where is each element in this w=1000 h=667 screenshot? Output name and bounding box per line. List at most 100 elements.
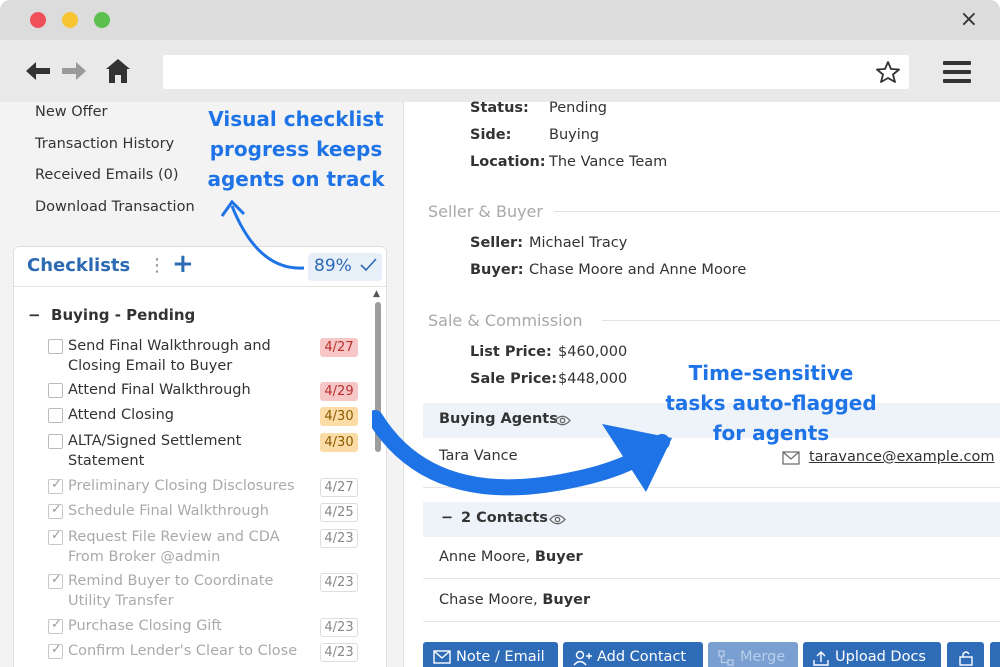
sale-commission-section-title: Sale & Commission: [428, 311, 583, 330]
callout-line: agents on track: [207, 167, 385, 191]
task-label: Preliminary Closing Disclosures: [68, 478, 295, 494]
task-checkbox-checked[interactable]: [48, 617, 63, 634]
callout-line: progress keeps: [209, 137, 383, 161]
task-label: Request File Review and CDA From Broker …: [68, 529, 280, 565]
contact-row[interactable]: Anne Moore, Buyer: [439, 549, 583, 565]
task-due-date-badge: 4/23: [320, 618, 358, 637]
seller-value: Michael Tracy: [529, 235, 628, 251]
hamburger-menu-icon[interactable]: [943, 61, 971, 88]
section-divider: [602, 320, 1000, 321]
close-window-button[interactable]: [30, 12, 46, 28]
location-value: The Vance Team: [549, 154, 668, 170]
note-email-button[interactable]: Note / Email: [423, 642, 558, 667]
task-due-date-badge: 4/29: [320, 382, 358, 401]
sidebar-link-transaction-history[interactable]: Transaction History: [35, 136, 174, 152]
task-checkbox-checked[interactable]: [48, 502, 63, 519]
contacts-title: 2 Contacts: [461, 510, 548, 526]
list-price-label: List Price:: [470, 344, 552, 360]
upload-docs-button[interactable]: Upload Docs: [803, 642, 941, 667]
status-label: Status:: [470, 100, 529, 116]
minimize-window-button[interactable]: [62, 12, 78, 28]
close-icon[interactable]: ×: [960, 7, 978, 32]
task-label: Attend Final Walkthrough: [68, 382, 251, 398]
task-due-date-badge: 4/30: [320, 433, 358, 452]
agent-email-link[interactable]: taravance@example.com: [809, 449, 994, 465]
task-checkbox[interactable]: [48, 408, 63, 423]
checklist-progress-badge: 89%: [308, 253, 382, 281]
task-label: ALTA/Signed Settlement Statement: [68, 433, 242, 469]
check-icon: [360, 258, 377, 272]
more-actions-button[interactable]: [990, 642, 1000, 667]
task-checkbox[interactable]: [48, 434, 63, 449]
tasks-callout: Time-sensitive tasks auto-flagged for ag…: [646, 358, 896, 448]
contact-name: Anne Moore,: [439, 549, 535, 565]
scroll-up-arrow-icon[interactable]: ▲: [373, 289, 380, 299]
sidebar-link-download-transaction[interactable]: Download Transaction: [35, 199, 195, 215]
callout-arrow-icon: [372, 410, 672, 496]
list-price-value: $460,000: [558, 344, 628, 360]
contacts-header[interactable]: − 2 Contacts: [423, 502, 1000, 537]
home-icon[interactable]: [104, 56, 132, 86]
callout-line: for agents: [712, 421, 830, 445]
add-checklist-button[interactable]: +: [172, 249, 194, 279]
sidebar-link-new-offer[interactable]: New Offer: [35, 104, 108, 120]
task-due-date-badge: 4/30: [320, 407, 358, 426]
contact-role: Buyer: [534, 549, 583, 565]
address-bar[interactable]: [163, 55, 909, 89]
back-arrow-icon[interactable]: [24, 56, 52, 86]
contact-role: Buyer: [542, 592, 591, 608]
checklist-group-label: Buying - Pending: [51, 306, 196, 324]
task-label: Remind Buyer to Coordinate Utility Trans…: [68, 573, 274, 609]
note-email-label: Note / Email: [456, 649, 545, 665]
task-checkbox-checked[interactable]: [48, 642, 63, 659]
task-due-date-badge: 4/23: [320, 529, 358, 548]
row-divider: [423, 578, 1000, 579]
task-checkbox-checked[interactable]: [48, 477, 63, 494]
row-divider: [423, 621, 1000, 622]
task-label: Purchase Closing Gift: [68, 618, 222, 634]
checklist-callout: Visual checklist progress keeps agents o…: [200, 104, 392, 194]
lock-button[interactable]: [947, 642, 984, 667]
merge-icon: [718, 650, 734, 666]
section-divider: [554, 211, 1000, 212]
task-label: Confirm Lender's Clear to Close: [68, 643, 298, 659]
add-contact-label: Add Contact: [597, 649, 687, 665]
collapse-icon[interactable]: −: [441, 510, 453, 526]
task-due-date-badge: 4/27: [320, 478, 358, 497]
task-due-date-badge: 4/23: [320, 643, 358, 662]
upload-icon: [813, 651, 829, 666]
callout-line: tasks auto-flagged: [665, 391, 877, 415]
task-due-date-badge: 4/27: [320, 338, 358, 357]
more-options-icon[interactable]: ⋮: [148, 255, 166, 276]
merge-label: Merge: [740, 649, 786, 665]
task-checkbox[interactable]: [48, 383, 63, 398]
side-label: Side:: [470, 127, 512, 143]
task-checkbox[interactable]: [48, 339, 63, 354]
side-value: Buying: [549, 127, 600, 143]
contact-name: Chase Moore,: [439, 592, 543, 608]
location-label: Location:: [470, 154, 546, 170]
contact-row[interactable]: Chase Moore, Buyer: [439, 592, 590, 608]
task-checkbox-checked[interactable]: [48, 572, 63, 589]
sidebar-link-received-emails[interactable]: Received Emails (0): [35, 167, 179, 183]
eye-icon[interactable]: [549, 513, 566, 526]
checklists-header: Checklists ⋮ + 89%: [14, 247, 386, 287]
forward-arrow-icon[interactable]: [60, 56, 88, 86]
checklist-group-title[interactable]: − Buying - Pending: [28, 306, 195, 324]
maximize-window-button[interactable]: [94, 12, 110, 28]
bookmark-star-icon[interactable]: [875, 60, 901, 84]
collapse-icon[interactable]: −: [28, 306, 41, 324]
add-contact-button[interactable]: Add Contact: [563, 642, 703, 667]
lock-icon: [959, 651, 973, 666]
seller-buyer-section-title: Seller & Buyer: [428, 202, 543, 221]
task-label: Send Final Walkthrough and Closing Email…: [68, 338, 271, 374]
task-label: Schedule Final Walkthrough: [68, 503, 269, 519]
upload-docs-label: Upload Docs: [835, 649, 926, 665]
callout-arrow-icon: [220, 199, 305, 270]
checklists-title: Checklists: [27, 255, 131, 276]
buyer-value: Chase Moore and Anne Moore: [529, 262, 747, 278]
checklists-panel: Checklists ⋮ + 89% − Buying - Pending Se…: [13, 246, 387, 667]
merge-button[interactable]: Merge: [708, 642, 798, 667]
task-checkbox-checked[interactable]: [48, 528, 63, 545]
status-value: Pending: [549, 100, 607, 116]
